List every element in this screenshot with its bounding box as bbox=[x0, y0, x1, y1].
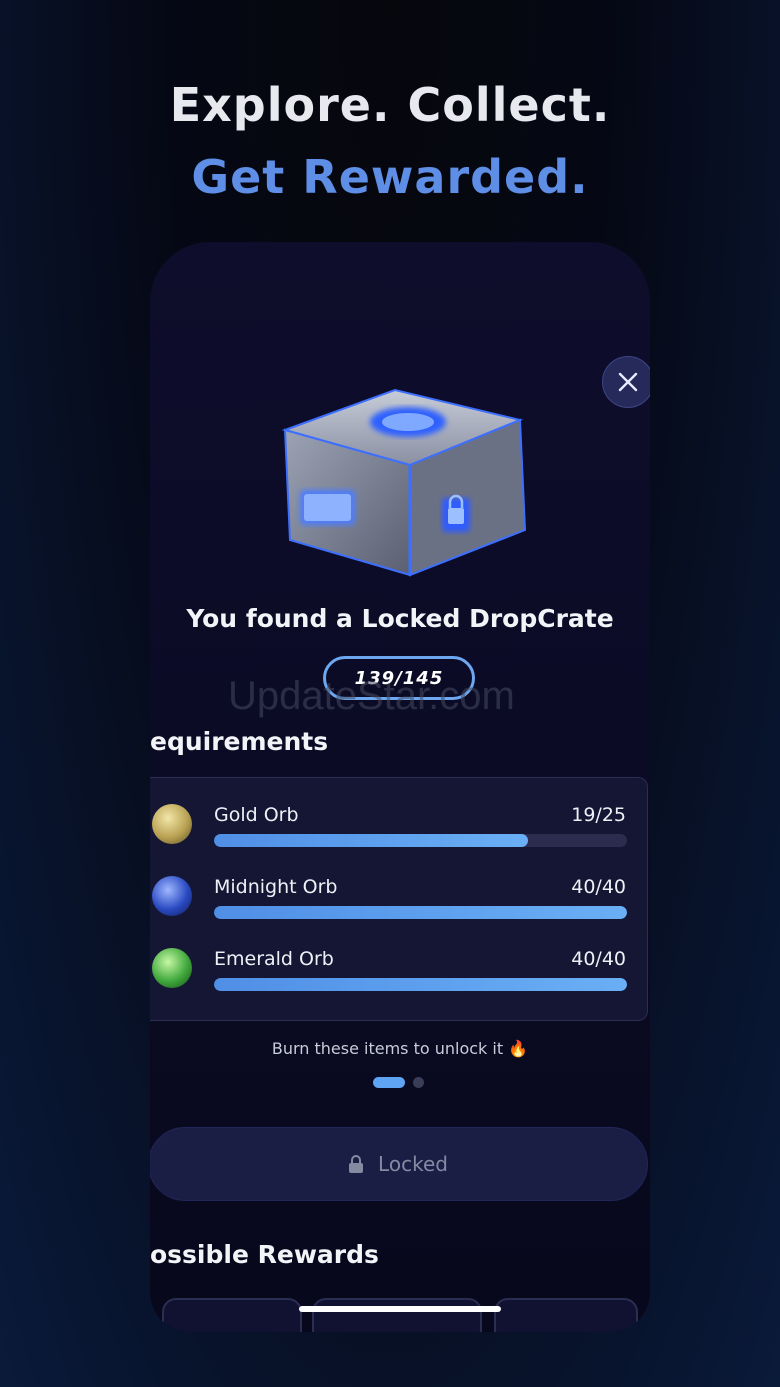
locked-button[interactable]: Locked bbox=[150, 1127, 648, 1201]
requirement-progress-bar bbox=[214, 906, 627, 919]
requirement-progress-fill bbox=[214, 906, 627, 919]
burn-hint-text: Burn these items to unlock it 🔥 bbox=[271, 1039, 529, 1058]
possible-rewards-heading: ossible Rewards bbox=[150, 1240, 379, 1269]
hero-headline-line2: Get Rewarded. bbox=[191, 150, 589, 204]
requirement-row: Emerald Orb 40/40 bbox=[150, 948, 648, 1008]
requirement-name: Emerald Orb bbox=[214, 948, 334, 970]
emerald-orb-icon bbox=[152, 948, 192, 988]
close-button[interactable] bbox=[602, 356, 650, 408]
requirement-name: Midnight Orb bbox=[214, 876, 338, 898]
reward-tile[interactable] bbox=[494, 1298, 638, 1332]
close-icon bbox=[618, 372, 638, 392]
requirement-count: 19/25 bbox=[571, 804, 626, 826]
requirement-progress-bar bbox=[214, 834, 627, 847]
hero-headline-line1: Explore. Collect. bbox=[169, 78, 611, 132]
requirement-count: 40/40 bbox=[571, 876, 626, 898]
dropcrate-image bbox=[281, 388, 527, 577]
midnight-orb-icon bbox=[152, 876, 192, 916]
requirement-row: Midnight Orb 40/40 bbox=[150, 876, 648, 936]
gold-orb-icon bbox=[152, 804, 192, 844]
reward-tile[interactable] bbox=[312, 1298, 482, 1332]
requirements-heading: equirements bbox=[150, 727, 329, 756]
page-indicator[interactable] bbox=[373, 1077, 424, 1088]
crate-title: You found a Locked DropCrate bbox=[186, 604, 614, 633]
watermark: UpdateStar.com bbox=[228, 674, 515, 718]
requirement-progress-fill bbox=[214, 978, 627, 991]
requirement-progress-bar bbox=[214, 978, 627, 991]
requirement-row: Gold Orb 19/25 bbox=[150, 804, 648, 864]
requirements-card: Gold Orb 19/25 Midnight Orb 40/40 Emeral… bbox=[150, 777, 648, 1021]
lock-icon bbox=[349, 1155, 364, 1173]
page-dot[interactable] bbox=[413, 1077, 424, 1088]
requirement-name: Gold Orb bbox=[214, 804, 299, 826]
page-dot-active[interactable] bbox=[373, 1077, 405, 1088]
requirement-progress-fill bbox=[214, 834, 528, 847]
phone-screen: You found a Locked DropCrate 139/145 Upd… bbox=[150, 242, 650, 1332]
locked-button-label: Locked bbox=[378, 1152, 448, 1176]
reward-tile[interactable] bbox=[162, 1298, 302, 1332]
requirement-count: 40/40 bbox=[571, 948, 626, 970]
home-indicator[interactable] bbox=[299, 1306, 501, 1312]
